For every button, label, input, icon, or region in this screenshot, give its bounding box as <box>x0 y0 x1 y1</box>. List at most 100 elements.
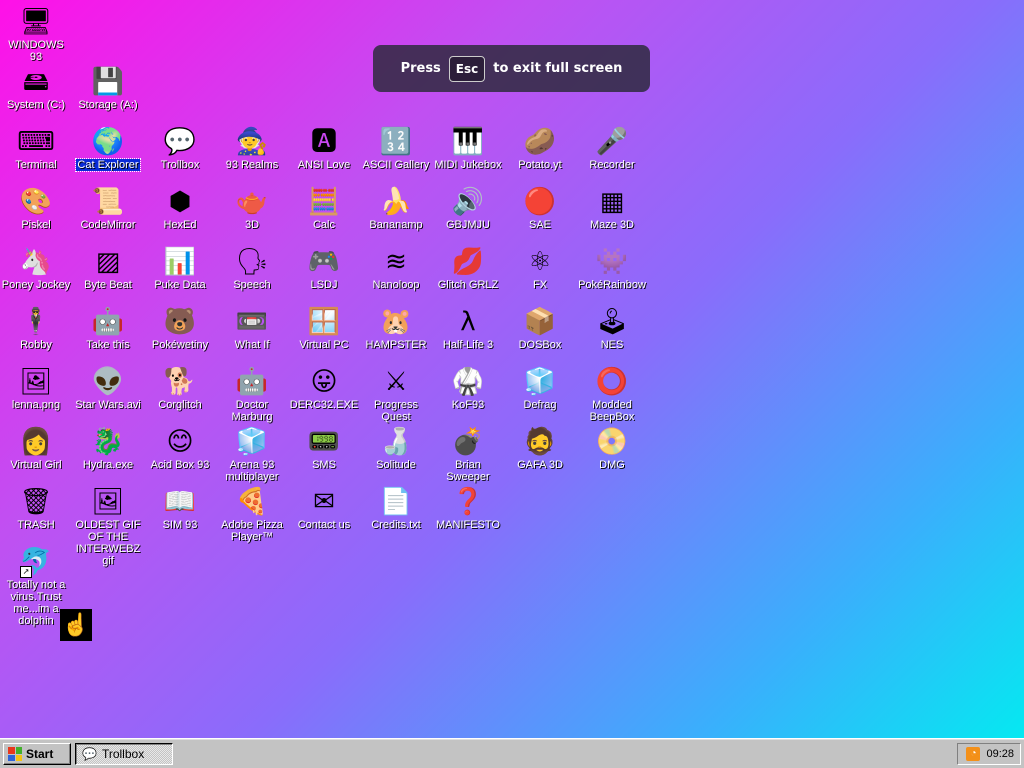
desktop-icon-puke-data[interactable]: 📊 Puke Data <box>144 244 216 304</box>
desktop-icon-label: Virtual PC <box>299 339 349 351</box>
desktop-icon-ascii-gallery[interactable]: 🔢 ASCII Gallery <box>360 124 432 184</box>
desktop-icon-oldest-gif-of-the-interwebz-gif[interactable]: 🖼 OLDEST GIF OF THE INTERWEBZ gif <box>72 484 144 567</box>
desktop-icon-trollbox[interactable]: 💬 Trollbox <box>144 124 216 184</box>
desktop-icon-lenna-png[interactable]: 🖼 lenna.png <box>0 364 72 424</box>
desktop-icon-what-if[interactable]: 📼 What If <box>216 304 288 364</box>
desktop-icon-gafa-3d[interactable]: 🧔 GAFA 3D <box>504 424 576 484</box>
arena-93-multiplayer-icon: 🧊 <box>235 427 269 457</box>
desktop-icon-half-life-3[interactable]: λ Half-Life 3 <box>432 304 504 364</box>
desktop-icon-label: GAFA 3D <box>517 459 563 471</box>
desktop-icon-kof93[interactable]: 🥋 KoF93 <box>432 364 504 424</box>
desktop-icon-brian-sweeper[interactable]: 💣 Brian Sweeper <box>432 424 504 484</box>
taskbar: Start 💬 Trollbox ◔ 09:28 <box>0 738 1024 768</box>
desktop-icon-label: Piskel <box>21 219 51 231</box>
piskel-icon: 🎨 <box>19 187 53 217</box>
desktop-icon-ansi-love[interactable]: 🅰 ANSI Love <box>288 124 360 184</box>
desktop-icon-robby[interactable]: 🕴 Robby <box>0 304 72 364</box>
desktop-icon-label: ANSI Love <box>297 159 351 171</box>
desktop-icon-piskel[interactable]: 🎨 Piskel <box>0 184 72 244</box>
desktop-icon-solitude[interactable]: 🍶 Solitude <box>360 424 432 484</box>
desktop-icon-corglitch[interactable]: 🐕 Corglitch <box>144 364 216 424</box>
desktop-icon-calc[interactable]: 🧮 Calc <box>288 184 360 244</box>
desktop-icon-hexed[interactable]: ⬢ HexEd <box>144 184 216 244</box>
desktop-icon-midi-jukebox[interactable]: 🎹 MIDI Jukebox <box>432 124 504 184</box>
desktop-icon-label: DERC32.EXE <box>289 399 359 411</box>
desktop-icon-sim-93[interactable]: 📖 SIM 93 <box>144 484 216 544</box>
manifesto-icon: ❓ <box>451 487 485 517</box>
desktop-icon-dmg[interactable]: 📀 DMG <box>576 424 648 484</box>
desktop-icon-nes[interactable]: 🕹 NES <box>576 304 648 364</box>
desktop-icon-recorder[interactable]: 🎤 Recorder <box>576 124 648 184</box>
kof93-icon: 🥋 <box>451 367 485 397</box>
sim-93-icon: 📖 <box>163 487 197 517</box>
desktop-icon-arena-93-multiplayer[interactable]: 🧊 Arena 93 multiplayer <box>216 424 288 484</box>
desktop-icon-system-c[interactable]: 🖴 System (C:) <box>0 64 72 124</box>
desktop-icon-contact-us[interactable]: ✉ Contact us <box>288 484 360 544</box>
desktop-icon-label: Storage (A:) <box>78 99 138 111</box>
what-if-icon: 📼 <box>235 307 269 337</box>
desktop-icon-3d[interactable]: 🫖 3D <box>216 184 288 244</box>
desktop-icon-poney-jockey[interactable]: 🦄 Poney Jockey <box>0 244 72 304</box>
desktop-icon-credits-txt[interactable]: 📄 Credits.txt <box>360 484 432 544</box>
contact-us-icon: ✉ <box>313 487 335 517</box>
desktop-icon-byte-beat[interactable]: ▨ Byte Beat <box>72 244 144 304</box>
desktop-icon-storage-a[interactable]: 💾 Storage (A:) <box>72 64 144 124</box>
desktop-icon-take-this[interactable]: 🤖 Take this <box>72 304 144 364</box>
desktop-icon-codemirror[interactable]: 📜 CodeMirror <box>72 184 144 244</box>
desktop-icon-label: DOSBox <box>518 339 562 351</box>
desktop-icon-modded-beepbox[interactable]: ⭕ Modded BeepBox <box>576 364 648 424</box>
desktop-icon-terminal[interactable]: ⌨ Terminal <box>0 124 72 184</box>
desktop-icon-doctor-marburg[interactable]: 🤖 Doctor Marburg <box>216 364 288 424</box>
desktop-icon-label: Corglitch <box>158 399 202 411</box>
derc32-exe-icon: 😛 <box>310 367 338 397</box>
defrag-icon: 🧊 <box>523 367 557 397</box>
desktop-icon-pok-wetiny[interactable]: 🐻 Pokéwetiny <box>144 304 216 364</box>
desktop-icon-sms[interactable]: 📟 SMS <box>288 424 360 484</box>
taskbar-item-trollbox[interactable]: 💬 Trollbox <box>75 743 173 765</box>
desktop-icon-nanoloop[interactable]: ≋ Nanoloop <box>360 244 432 304</box>
hand-cursor-icon: ☝ <box>60 609 92 641</box>
desktop-icon-gbjmju[interactable]: 🔊 GBJMJU <box>432 184 504 244</box>
desktop-icon-glitch-grlz[interactable]: 💋 Glitch GRLZ <box>432 244 504 304</box>
desktop-icon-label: TRASH <box>17 519 55 531</box>
lsdj-icon: 🎮 <box>307 247 341 277</box>
desktop-icon-label: Progress Quest <box>373 399 419 423</box>
desktop-icon-label: Terminal <box>15 159 57 171</box>
desktop-icon-virtual-girl[interactable]: 👩 Virtual Girl <box>0 424 72 484</box>
desktop-icon-93-realms[interactable]: 🧙 93 Realms <box>216 124 288 184</box>
desktop-icon-potato-yt[interactable]: 🥔 Potato.yt <box>504 124 576 184</box>
desktop-icon-label: MIDI Jukebox <box>434 159 502 171</box>
desktop-icon-bananamp[interactable]: 🍌 Bananamp <box>360 184 432 244</box>
desktop-icon-hydra-exe[interactable]: 🐉 Hydra.exe <box>72 424 144 484</box>
desktop-icon-acid-box-93[interactable]: 😊 Acid Box 93 <box>144 424 216 484</box>
desktop-icon-trash[interactable]: 🗑 TRASH <box>0 484 72 544</box>
desktop-icon-fx[interactable]: ⚛ FX <box>504 244 576 304</box>
rss-icon[interactable]: ◔ <box>966 747 981 761</box>
desktop-icon-manifesto[interactable]: ❓ MANIFESTO <box>432 484 504 544</box>
desktop-icon-maze-3d[interactable]: ▦ Maze 3D <box>576 184 648 244</box>
start-button[interactable]: Start <box>3 743 71 765</box>
robby-icon: 🕴 <box>19 307 53 337</box>
desktop-icon-speech[interactable]: 🗣 Speech <box>216 244 288 304</box>
desktop-icon-derc32-exe[interactable]: 😛 DERC32.EXE <box>288 364 360 424</box>
desktop-icon-lsdj[interactable]: 🎮 LSDJ <box>288 244 360 304</box>
desktop-icon-totally-not-a-virus-trust-me-im-a-dolphin[interactable]: 🐬 ↗ Totally not a virus.Trust me...im a do… <box>0 544 72 627</box>
progress-quest-icon: ⚔ <box>384 367 408 397</box>
desktop-icon-virtual-pc[interactable]: 🪟 Virtual PC <box>288 304 360 364</box>
desktop-icon-sae[interactable]: 🔴 SAE <box>504 184 576 244</box>
desktop-icon-windows-93[interactable]: 🖥 WINDOWS 93 <box>0 4 72 64</box>
desktop[interactable]: 🖥 WINDOWS 93 🖴 System (C:) 💾 Storage (A:) ⌨ Ter… <box>0 0 1024 738</box>
desktop-icon-label: PokéRainbow <box>578 279 646 291</box>
desktop-icon-progress-quest[interactable]: ⚔ Progress Quest <box>360 364 432 424</box>
codemirror-icon: 📜 <box>91 187 125 217</box>
desktop-icon-hampster[interactable]: 🐹 HAMPSTER <box>360 304 432 364</box>
trash-icon: 🗑 <box>19 487 53 517</box>
recorder-icon: 🎤 <box>595 127 629 157</box>
desktop-icon-pok-rainbow[interactable]: 👾 PokéRainbow <box>576 244 648 304</box>
desktop-icon-adobe-pizza-player[interactable]: 🍕 Adobe Pizza Player™ <box>216 484 288 544</box>
desktop-icon-cat-explorer[interactable]: 🌍 Cat Explorer <box>72 124 144 184</box>
desktop-icon-defrag[interactable]: 🧊 Defrag <box>504 364 576 424</box>
desktop-icon-star-wars-avi[interactable]: 👽 Star Wars.avi <box>72 364 144 424</box>
desktop-icon-label: SMS <box>312 459 336 471</box>
desktop-icon-dosbox[interactable]: 📦 DOSBox <box>504 304 576 364</box>
